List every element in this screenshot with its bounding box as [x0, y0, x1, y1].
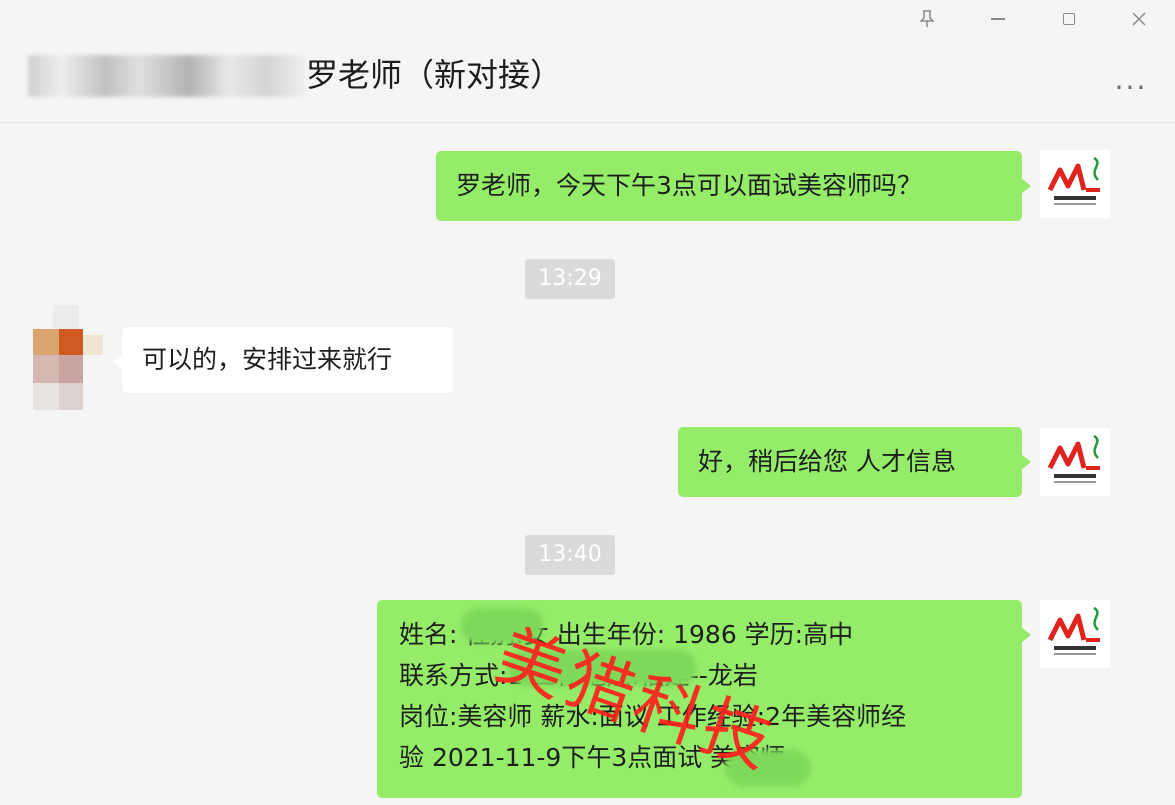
message-bubble-outgoing[interactable]: 罗老师，今天下午3点可以面试美容师吗？ [436, 151, 1031, 221]
message-bubble-outgoing-profile[interactable]: 姓名: 性别:女 出生年份: 1986 学历:高中 联系方式:1 工作地点:福建… [377, 600, 1031, 798]
contact-avatar[interactable] [33, 305, 103, 410]
timestamp: 13:29 [525, 259, 615, 299]
brand-logo-icon [1047, 606, 1100, 655]
message-line: 验 2021-11-9下午3点面试 美容师 [399, 743, 786, 772]
chat-title: 罗老师（新对接） [306, 56, 563, 94]
minimize-icon[interactable] [983, 4, 1013, 34]
message-bubble-outgoing[interactable]: 好，稍后给您 人才信息 [678, 427, 1031, 497]
redacted-name [28, 55, 306, 97]
redaction-blur [725, 750, 811, 786]
close-icon[interactable] [1124, 4, 1154, 34]
title-bar: 罗老师（新对接） ... [0, 0, 1175, 123]
redaction-blur [461, 608, 543, 644]
message-bubble-incoming[interactable]: 可以的，安排过来就行 [113, 327, 453, 393]
redaction-blur [507, 650, 697, 686]
pin-icon[interactable] [912, 4, 942, 34]
avatar[interactable] [1040, 600, 1110, 668]
more-options-button[interactable]: ... [1106, 66, 1156, 100]
message-line: 岗位:美容师 薪水:面议 工作经验:2年美容师经 [399, 702, 907, 731]
message-line: 联系方式:1 工作地点:福建--龙岩 [399, 661, 758, 690]
maximize-icon[interactable] [1054, 4, 1084, 34]
avatar[interactable] [1040, 428, 1110, 496]
timestamp: 13:40 [525, 535, 615, 575]
brand-logo-icon [1047, 156, 1100, 205]
avatar[interactable] [1040, 150, 1110, 218]
brand-logo-icon [1047, 434, 1100, 483]
